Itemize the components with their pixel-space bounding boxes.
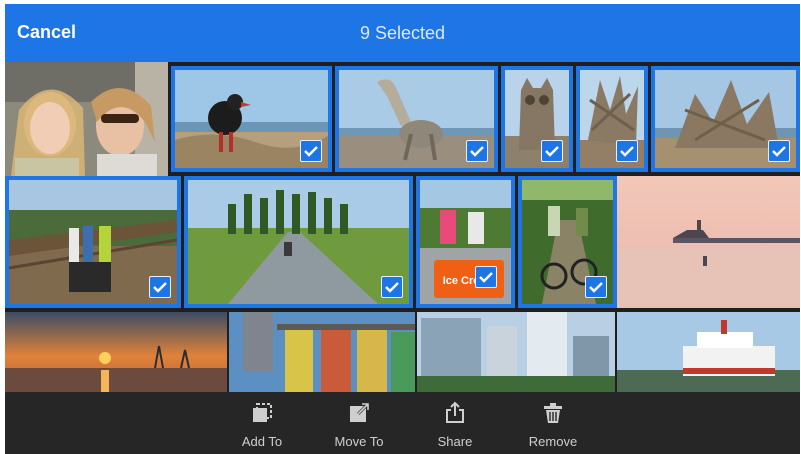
photo-tile-driftwood-sculpture[interactable]	[651, 66, 800, 172]
photo-thumbnail	[617, 176, 800, 308]
add-to-button[interactable]: Add To	[217, 400, 307, 449]
app-frame: Cancel 9 Selected Ice Cream Add To Move …	[5, 4, 800, 454]
selected-checkmark	[616, 140, 638, 162]
photo-thumbnail	[5, 62, 168, 176]
selected-checkmark	[475, 266, 497, 288]
photo-tile-driftwood-tangle[interactable]	[576, 66, 648, 172]
selected-checkmark	[149, 276, 171, 298]
selected-checkmark	[466, 140, 488, 162]
share-button[interactable]: Share	[410, 400, 500, 449]
selected-checkmark	[300, 140, 322, 162]
photo-thumbnail	[229, 312, 415, 392]
selected-checkmark	[768, 140, 790, 162]
remove-button[interactable]: Remove	[508, 400, 598, 449]
photo-thumbnail	[188, 180, 409, 304]
photo-tile-paddle-wheeler[interactable]	[617, 312, 800, 392]
move-to-button[interactable]: Move To	[314, 400, 404, 449]
photo-tile-ice-cream[interactable]: Ice Cream	[416, 176, 515, 308]
photo-tile-pier-sunset[interactable]	[617, 176, 800, 308]
photo-tile-harbor-sunset[interactable]	[5, 312, 227, 392]
trash-icon	[540, 400, 566, 426]
share-icon	[442, 400, 468, 426]
photo-grid: Ice Cream	[5, 62, 800, 392]
photo-tile-city-towers[interactable]	[417, 312, 615, 392]
photo-tile-cyclists-boardwalk[interactable]	[5, 176, 181, 308]
photo-tile-driftwood-owl[interactable]	[501, 66, 573, 172]
photo-tile-cyclist-road[interactable]	[184, 176, 413, 308]
selection-header: Cancel 9 Selected	[5, 4, 800, 62]
add-to-label: Add To	[241, 434, 283, 449]
photo-thumbnail	[5, 312, 227, 392]
move-to-label: Move To	[334, 434, 384, 449]
remove-label: Remove	[528, 434, 578, 449]
photo-tile-cyclists-forest[interactable]	[518, 176, 617, 308]
selected-checkmark	[381, 276, 403, 298]
share-label: Share	[437, 434, 473, 449]
selection-count-title: 9 Selected	[359, 23, 446, 43]
selected-checkmark	[585, 276, 607, 298]
bottom-toolbar: Add To Move To Share Remove	[5, 392, 800, 454]
photo-tile-driftwood-bird[interactable]	[171, 66, 332, 172]
selected-checkmark	[541, 140, 563, 162]
photo-tile-portrait[interactable]	[5, 62, 168, 176]
photo-thumbnail	[417, 312, 615, 392]
move-to-icon	[346, 400, 372, 426]
add-to-album-icon	[249, 400, 275, 426]
photo-thumbnail: Ice Cream	[420, 180, 511, 304]
photo-tile-painted-silos[interactable]	[229, 312, 415, 392]
photo-tile-driftwood-heron[interactable]	[335, 66, 498, 172]
photo-thumbnail	[617, 312, 800, 392]
